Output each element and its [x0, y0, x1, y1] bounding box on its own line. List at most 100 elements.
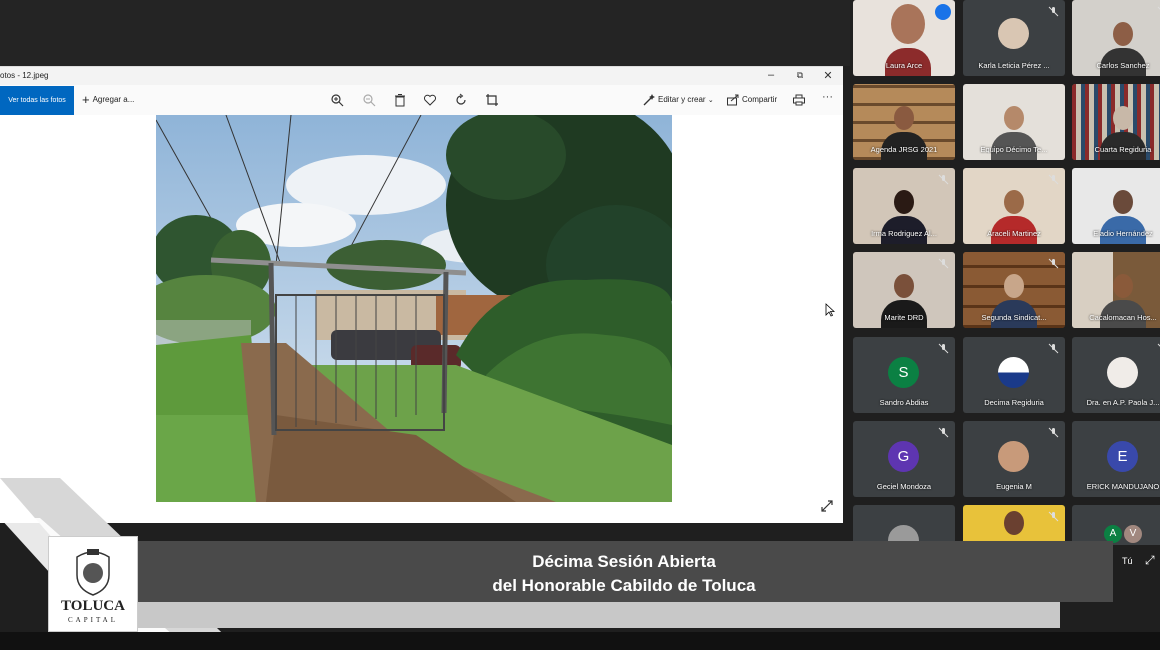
more-options-icon[interactable]: ··· — [822, 91, 838, 105]
participant-name: Karla Leticia Pérez ... — [978, 61, 1050, 70]
participant-tile[interactable]: Irma Rodriguez Al... — [853, 168, 955, 244]
minimize-icon[interactable]: – — [763, 69, 779, 81]
participant-name: Carlos Sanchez — [1096, 61, 1150, 70]
participant-name: Sandro Abdias — [879, 398, 929, 407]
plus-icon: + — [82, 92, 90, 107]
participant-video — [989, 511, 1039, 545]
banner-title-line1: Décima Sesión Abierta — [532, 552, 716, 571]
expand-self-view-icon[interactable]: ⤢ — [1145, 553, 1155, 568]
participant-name: Marite DRD — [884, 313, 924, 322]
participant-name: Decima Regiduria — [984, 398, 1044, 407]
muted-mic-icon — [1048, 6, 1059, 17]
delete-icon[interactable] — [393, 93, 409, 107]
favorite-heart-icon[interactable] — [423, 93, 439, 107]
participant-tile[interactable]: Segunda Sindicat... — [963, 252, 1065, 328]
muted-mic-icon — [1048, 174, 1059, 185]
participant-tile[interactable]: S Sandro Abdias — [853, 337, 955, 413]
participant-tile[interactable] — [853, 505, 955, 545]
participant-name: Equipo Décimo Te... — [980, 145, 1048, 154]
muted-mic-icon — [1048, 427, 1059, 438]
participant-tile[interactable]: Cacalomacan Hos... — [1072, 252, 1160, 328]
share-icon — [726, 93, 742, 107]
zoom-out-icon[interactable] — [362, 93, 378, 107]
participant-name: Geciel Mondoza — [876, 482, 932, 491]
participant-photo-avatar — [998, 18, 1029, 49]
view-all-photos-button[interactable]: Ver todas las fotos — [0, 86, 74, 115]
participant-name: Irma Rodriguez Al... — [871, 229, 937, 238]
close-icon[interactable]: ✕ — [820, 69, 836, 82]
participant-tile[interactable]: Agenda JRSG 2021 — [853, 84, 955, 160]
edit-create-button[interactable]: Editar y crear ⌄ — [658, 85, 714, 115]
edit-create-icon — [642, 93, 658, 107]
participant-name: ERICK MANDUJANO — [1086, 482, 1160, 491]
speaking-indicator-icon — [935, 4, 951, 20]
rotate-icon[interactable] — [454, 93, 470, 107]
add-to-button[interactable]: + Agregar a... — [82, 85, 134, 115]
muted-mic-icon — [938, 427, 949, 438]
muted-mic-icon — [938, 174, 949, 185]
participant-tile[interactable]: Karla Leticia Pérez ... — [963, 0, 1065, 76]
participant-name: Cacalomacan Hos... — [1089, 313, 1157, 322]
participant-tile[interactable]: Decima Regiduria — [963, 337, 1065, 413]
muted-mic-icon — [1048, 343, 1059, 354]
share-button[interactable]: Compartir — [742, 85, 777, 115]
viewer-toolbar: Ver todas las fotos + Agregar a... Editar… — [0, 85, 843, 115]
photos-app-window: otos - 12.jpeg – ⧉ ✕ Ver todas las fotos… — [0, 66, 843, 523]
participant-name: Laura Arce — [885, 61, 923, 70]
participant-tile[interactable]: Eugenia M — [963, 421, 1065, 497]
participant-tile[interactable]: Dra. en A.P. Paola J... — [1072, 337, 1160, 413]
muted-mic-icon — [1048, 511, 1059, 522]
participant-name: Segunda Sindicat... — [981, 313, 1047, 322]
participant-tile[interactable]: Araceli Martinez — [963, 168, 1065, 244]
title-bar: otos - 12.jpeg – ⧉ ✕ — [0, 67, 843, 85]
bottom-strip — [0, 632, 1160, 650]
participant-name: Agenda JRSG 2021 — [870, 145, 938, 154]
participant-initial-avatar: E — [1107, 441, 1138, 472]
you-label: Tú — [1122, 556, 1133, 566]
participant-name: Dra. en A.P. Paola J... — [1086, 398, 1160, 407]
others-avatar-v: V — [1124, 525, 1142, 543]
top-band — [0, 0, 850, 66]
displayed-photo — [156, 115, 672, 502]
participant-video — [883, 4, 933, 76]
participant-name: Eladio Hernández — [1093, 229, 1153, 238]
participant-tile[interactable]: Carlos Sanchez — [1072, 0, 1160, 76]
muted-mic-icon — [1048, 258, 1059, 269]
logo-subtitle: CAPITAL — [68, 616, 118, 624]
muted-mic-icon — [938, 343, 949, 354]
logo-name: TOLUCA — [61, 598, 125, 614]
mouse-cursor-icon — [825, 303, 836, 322]
fullscreen-expand-icon[interactable] — [820, 499, 836, 515]
print-icon[interactable] — [792, 93, 808, 107]
participant-photo-avatar — [1107, 357, 1138, 388]
participant-initial-avatar: S — [888, 357, 919, 388]
participant-name: Araceli Martinez — [987, 229, 1041, 238]
add-to-label: Agregar a... — [92, 95, 135, 104]
muted-mic-icon — [938, 258, 949, 269]
participant-tile[interactable] — [963, 505, 1065, 545]
participant-name: Cuarta Regiduria — [1094, 145, 1152, 154]
participant-tile[interactable]: Marite DRD — [853, 252, 955, 328]
participant-photo-avatar — [998, 441, 1029, 472]
toluca-logo: TOLUCA CAPITAL — [48, 536, 138, 632]
participant-photo-avatar — [998, 357, 1029, 388]
banner-title-line2: del Honorable Cabildo de Toluca — [492, 576, 756, 595]
participant-tile[interactable]: Laura Arce — [853, 0, 955, 76]
crop-icon[interactable] — [485, 93, 501, 107]
participant-name: Eugenia M — [996, 482, 1032, 491]
edit-create-label: Editar y crear — [658, 95, 706, 104]
participant-tile[interactable]: G Geciel Mondoza — [853, 421, 955, 497]
participant-tile[interactable]: Equipo Décimo Te... — [963, 84, 1065, 160]
others-tile[interactable]: A V — [1072, 505, 1160, 545]
zoom-in-icon[interactable] — [330, 93, 346, 107]
window-title: otos - 12.jpeg — [0, 71, 49, 80]
chevron-down-icon: ⌄ — [707, 97, 714, 104]
coat-of-arms-icon — [76, 549, 110, 596]
lower-third-banner: Décima Sesión Abierta del Honorable Cabi… — [135, 541, 1113, 602]
banner-underlay — [135, 600, 1060, 628]
restore-icon[interactable]: ⧉ — [792, 70, 808, 81]
participant-tile[interactable]: Cuarta Regiduria — [1072, 84, 1160, 160]
participant-initial-avatar: G — [888, 441, 919, 472]
participant-tile[interactable]: E ERICK MANDUJANO — [1072, 421, 1160, 497]
participant-tile[interactable]: Eladio Hernández — [1072, 168, 1160, 244]
